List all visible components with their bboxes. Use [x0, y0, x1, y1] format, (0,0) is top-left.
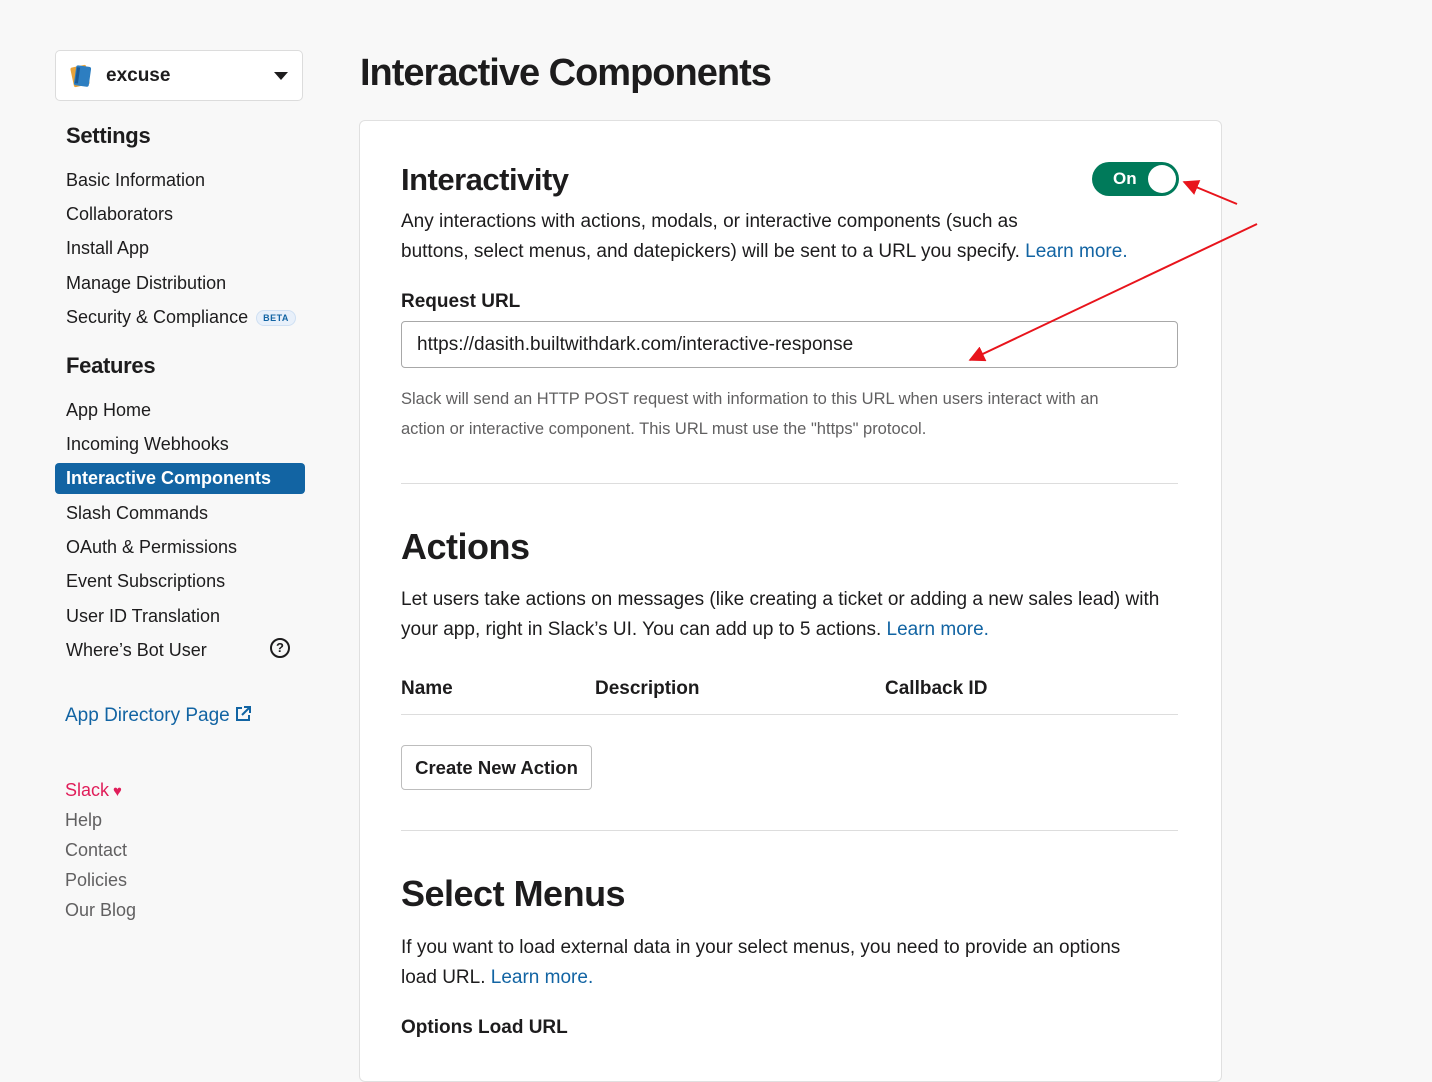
sidebar-item-manage-distribution[interactable]: Manage Distribution	[55, 268, 305, 299]
toggle-label: On	[1113, 169, 1137, 188]
section-divider	[401, 830, 1178, 831]
select-menus-title: Select Menus	[401, 873, 626, 914]
chevron-down-icon	[274, 71, 288, 80]
app-name: excuse	[106, 64, 171, 86]
interactivity-learn-more-link[interactable]: Learn more.	[1025, 241, 1127, 262]
heart-icon: ♥	[113, 783, 122, 800]
sidebar-item-security-compliance[interactable]: Security & Compliance BETA	[55, 302, 305, 333]
section-divider	[401, 483, 1178, 484]
request-url-label: Request URL	[401, 291, 521, 312]
sidebar-item-collaborators[interactable]: Collaborators	[55, 199, 305, 230]
request-url-input[interactable]	[401, 321, 1178, 368]
sidebar-item-event-subscriptions[interactable]: Event Subscriptions	[55, 566, 305, 597]
interactivity-title: Interactivity	[401, 162, 569, 197]
sidebar-item-slash-commands[interactable]: Slash Commands	[55, 498, 305, 529]
options-load-url-label: Options Load URL	[401, 1017, 568, 1038]
sidebar-item-wheres-bot-user[interactable]: Where’s Bot User	[55, 635, 255, 666]
column-header-description: Description	[595, 678, 700, 699]
footer-slack-link[interactable]: Slack ♥	[65, 780, 122, 801]
toggle-knob	[1148, 165, 1176, 193]
app-icon	[70, 64, 92, 87]
footer-contact-link[interactable]: Contact	[65, 840, 127, 861]
create-new-action-button[interactable]: Create New Action	[401, 745, 592, 790]
sidebar-item-basic-information[interactable]: Basic Information	[55, 165, 305, 196]
select-menus-description: If you want to load external data in you…	[401, 937, 1121, 988]
sidebar-item-incoming-webhooks[interactable]: Incoming Webhooks	[55, 429, 305, 460]
help-icon[interactable]: ?	[270, 638, 290, 658]
app-directory-link[interactable]: App Directory Page	[65, 705, 252, 727]
sidebar-item-app-home[interactable]: App Home	[55, 395, 305, 426]
select-menus-learn-more-link[interactable]: Learn more.	[491, 967, 593, 988]
sidebar-item-install-app[interactable]: Install App	[55, 233, 305, 264]
sidebar-item-interactive-components[interactable]: Interactive Components	[55, 463, 305, 494]
sidebar-item-user-id-translation[interactable]: User ID Translation	[55, 601, 305, 632]
actions-title: Actions	[401, 526, 530, 567]
column-header-name: Name	[401, 678, 453, 699]
request-url-hint: Slack will send an HTTP POST request wit…	[401, 390, 1099, 438]
actions-learn-more-link[interactable]: Learn more.	[887, 619, 989, 640]
actions-description: Let users take actions on messages (like…	[401, 589, 1160, 640]
column-header-callback-id: Callback ID	[885, 678, 988, 699]
footer-policies-link[interactable]: Policies	[65, 870, 127, 891]
sidebar-item-oauth-permissions[interactable]: OAuth & Permissions	[55, 532, 305, 563]
page-title: Interactive Components	[360, 52, 772, 94]
features-heading: Features	[66, 353, 156, 378]
footer-blog-link[interactable]: Our Blog	[65, 900, 136, 921]
settings-heading: Settings	[66, 123, 151, 148]
settings-card: Interactivity On Any interactions with a…	[359, 120, 1222, 1082]
table-header-divider	[401, 714, 1178, 715]
external-link-icon	[235, 706, 251, 721]
interactivity-toggle[interactable]: On	[1092, 162, 1179, 196]
interactivity-description: Any interactions with actions, modals, o…	[401, 211, 1128, 262]
beta-badge: BETA	[256, 310, 296, 327]
footer-help-link[interactable]: Help	[65, 810, 102, 831]
app-switcher[interactable]: excuse	[55, 50, 303, 101]
